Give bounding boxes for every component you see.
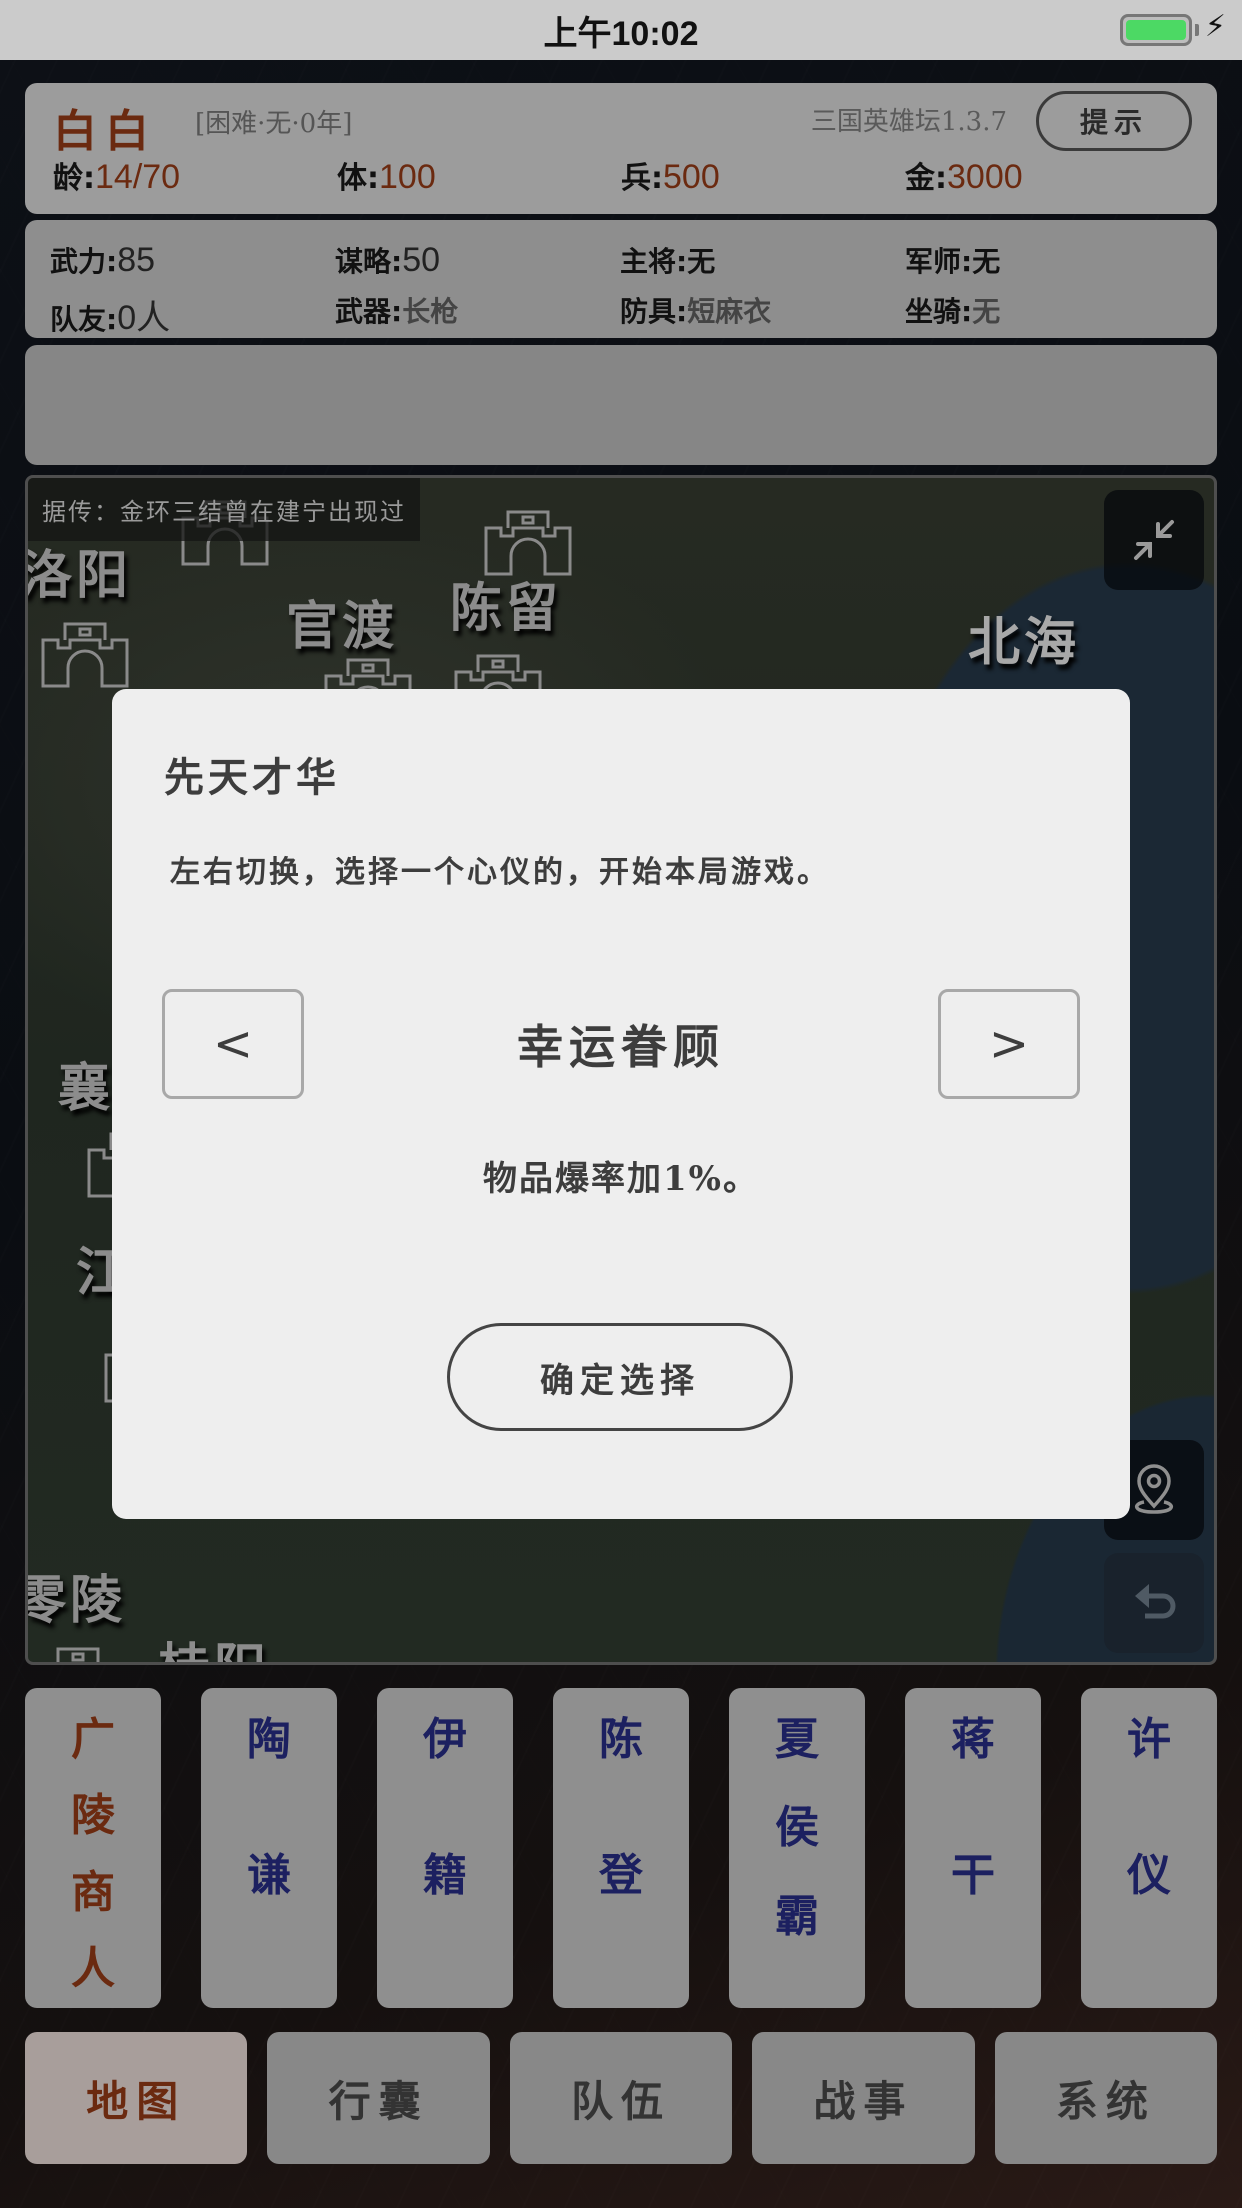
- attributes-panel: 武力:85 谋略:50 主将:无 军师:无 队友:0人 武器:长枪 防具:短麻衣 坐骑:无: [25, 220, 1217, 338]
- player-name: 白白: [53, 106, 157, 157]
- stat-gold: 金:3000: [905, 158, 1023, 196]
- nav-tab[interactable]: 系统: [994, 2032, 1218, 2164]
- attribute-value: 无: [972, 245, 1001, 278]
- location-pin-icon: [1135, 1464, 1173, 1514]
- modal-description: 左右切换，选择一个心仪的，开始本局游戏。: [170, 855, 830, 890]
- character-name-char: 侯: [775, 1802, 819, 1854]
- stat-troops: 兵:500: [621, 158, 720, 196]
- city-label[interactable]: 北海: [968, 600, 1080, 675]
- nav-tab[interactable]: 队伍: [509, 2032, 733, 2164]
- confirm-selection-button[interactable]: 确定选择: [447, 1323, 793, 1431]
- attribute-item: 军师:无: [905, 240, 1190, 280]
- battery-tip: [1195, 24, 1199, 36]
- character-name-char: 陵: [71, 1790, 115, 1842]
- collapse-icon: [1134, 520, 1174, 560]
- character-list: 广陵商人陶谦伊籍陈登夏侯霸蒋干许仪: [25, 1688, 1217, 2008]
- game-version: 三国英雄坛1.3.7: [810, 107, 1007, 137]
- difficulty-info: [困难·无·0年]: [195, 109, 353, 139]
- city-label[interactable]: 零陵: [28, 1558, 126, 1633]
- character-name-char: 许: [1127, 1714, 1171, 1765]
- stat-age: 龄:14/70: [53, 158, 181, 196]
- character-card[interactable]: 陈登: [553, 1688, 689, 2008]
- character-name-char: 登: [599, 1850, 643, 1902]
- attribute-value: 0人: [117, 299, 171, 337]
- character-card[interactable]: 夏侯霸: [729, 1688, 865, 2008]
- attribute-item: 队友:0人: [50, 290, 335, 339]
- nav-tab[interactable]: 战事: [752, 2032, 975, 2164]
- attribute-item: 武力:85: [50, 240, 335, 280]
- character-name-char: 蒋: [951, 1714, 995, 1765]
- message-panel: [25, 345, 1217, 465]
- stat-stamina: 体:100: [337, 158, 436, 196]
- attribute-label: 军师:: [905, 245, 973, 278]
- attribute-value: 短麻衣: [687, 295, 772, 328]
- talent-effect: 物品爆率加1%。: [483, 1159, 759, 1199]
- city-label[interactable]: 陈留: [450, 566, 562, 641]
- player-panel: 白白 [困难·无·0年] 三国英雄坛1.3.7 提示 龄:14/70 体:100…: [25, 83, 1217, 214]
- status-time: 上午10:02: [543, 14, 699, 53]
- city-label[interactable]: 襄: [58, 1046, 114, 1121]
- character-name-char: 广: [71, 1714, 115, 1765]
- undo-icon: [1135, 1584, 1176, 1619]
- attribute-item: 坐骑:无: [905, 290, 1190, 339]
- nav-tab[interactable]: 行囊: [267, 2032, 490, 2164]
- battery-icon: [1120, 14, 1192, 46]
- character-card[interactable]: 广陵商人: [25, 1688, 161, 2008]
- charging-bolt-icon: ⚡: [1204, 9, 1226, 44]
- attribute-item: 防具:短麻衣: [620, 290, 905, 339]
- attribute-label: 队友:: [50, 303, 118, 336]
- collapse-map-button[interactable]: [1104, 490, 1204, 590]
- character-name-char: 陈: [599, 1714, 643, 1765]
- hint-button[interactable]: 提示: [1036, 91, 1192, 151]
- attribute-item: 谋略:50: [335, 240, 620, 280]
- character-card[interactable]: 许仪: [1081, 1688, 1217, 2008]
- attribute-value: 50: [402, 241, 441, 279]
- attribute-item: 主将:无: [620, 240, 905, 280]
- rumor-banner: 据传：金环三结曾在建宁出现过: [28, 478, 420, 541]
- attribute-value: 长枪: [402, 295, 459, 328]
- city-label[interactable]: 官渡: [286, 584, 398, 659]
- attribute-label: 谋略:: [335, 245, 403, 278]
- city-label[interactable]: 洛阳: [28, 533, 132, 608]
- attributes-row-2: 队友:0人 武器:长枪 防具:短麻衣 坐骑:无: [50, 290, 1192, 339]
- character-name-char: 人: [71, 1943, 115, 1995]
- attribute-value: 无: [972, 295, 1001, 328]
- character-name-char: 霸: [775, 1890, 819, 1942]
- castle-icon[interactable]: [40, 618, 130, 688]
- attribute-value: 无: [687, 245, 716, 278]
- character-card[interactable]: 蒋干: [905, 1688, 1041, 2008]
- character-name-char: 陶: [247, 1714, 291, 1765]
- status-bar: 上午10:02 ⚡: [0, 0, 1242, 60]
- character-name-char: 仪: [1127, 1850, 1171, 1902]
- bottom-nav: 地图 行囊 队伍 战事 系统: [25, 2032, 1218, 2164]
- attribute-value: 85: [117, 241, 156, 279]
- character-name-char: 干: [951, 1850, 995, 1902]
- attribute-label: 武力:: [50, 245, 118, 278]
- back-button[interactable]: [1104, 1553, 1204, 1653]
- character-card[interactable]: 陶谦: [201, 1688, 337, 2008]
- attribute-label: 武器:: [335, 295, 403, 328]
- city-label[interactable]: 桂阳: [158, 1626, 270, 1662]
- modal-title: 先天才华: [164, 754, 340, 801]
- player-stats: 龄:14/70 体:100 兵:500 金:3000: [53, 153, 1189, 197]
- character-card[interactable]: 伊籍: [377, 1688, 513, 2008]
- castle-icon[interactable]: [33, 1643, 123, 1665]
- character-name-char: 商: [71, 1866, 115, 1918]
- attribute-label: 防具:: [620, 295, 688, 328]
- attributes-row-1: 武力:85 谋略:50 主将:无 军师:无: [50, 240, 1192, 280]
- next-talent-button[interactable]: >: [938, 989, 1080, 1099]
- attribute-label: 坐骑:: [905, 295, 973, 328]
- character-name-char: 伊: [423, 1714, 467, 1765]
- attribute-item: 武器:长枪: [335, 290, 620, 339]
- talent-modal: 先天才华 左右切换，选择一个心仪的，开始本局游戏。 < 幸运眷顾 > 物品爆率加…: [112, 689, 1130, 1519]
- attribute-label: 主将:: [620, 245, 688, 278]
- character-name-char: 谦: [247, 1850, 291, 1902]
- character-name-char: 籍: [423, 1850, 467, 1902]
- character-name-char: 夏: [775, 1714, 819, 1765]
- nav-tab[interactable]: 地图: [25, 2032, 248, 2164]
